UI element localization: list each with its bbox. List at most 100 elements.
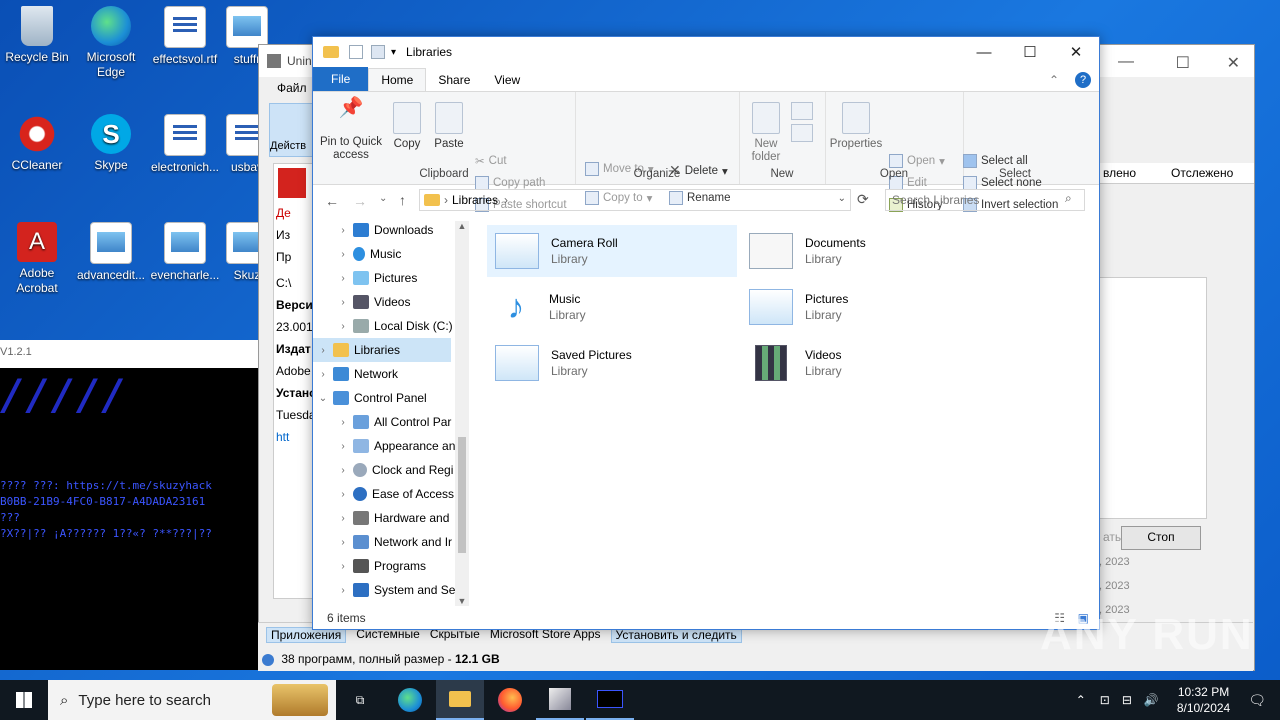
network-status-icon[interactable]: ⊡ — [1100, 693, 1110, 707]
tree-item-local-disk[interactable]: › Local Disk (C:) — [313, 314, 463, 338]
up-icon[interactable]: ↑ — [399, 192, 406, 208]
website-link[interactable]: htt — [274, 426, 314, 448]
tree-scrollbar[interactable]: ▲ ▼ — [455, 221, 469, 606]
tree-item-system-security[interactable]: › System and Se — [313, 578, 463, 602]
open-button[interactable]: Open ▾ — [889, 154, 945, 168]
desktop-icon-acrobat[interactable]: A Adobe Acrobat — [0, 216, 74, 296]
taskbar-uninstaller[interactable] — [536, 680, 584, 720]
tree-item-libraries[interactable]: › Libraries — [313, 338, 451, 362]
taskbar-firefox[interactable] — [486, 680, 534, 720]
ribbon: 📌 Pin to Quick access Copy Paste ✂ Cut Co… — [313, 92, 1099, 212]
maximize-icon[interactable]: ☐ — [1176, 53, 1190, 73]
desktop-icon-skype[interactable]: S Skype — [74, 108, 148, 173]
recent-locations-icon[interactable]: ⌄ — [379, 193, 387, 204]
library-tile-videos[interactable]: Videos Library — [741, 337, 991, 389]
taskbar-file-explorer[interactable] — [436, 680, 484, 720]
tab-share[interactable]: Share — [426, 69, 482, 91]
tree-item-clock-region[interactable]: › Clock and Regi — [313, 458, 463, 482]
tab-home[interactable]: Home — [368, 68, 427, 91]
new-folder-icon — [752, 102, 780, 134]
breadcrumb-libraries[interactable]: Libraries — [452, 193, 498, 207]
menu-file[interactable]: Файл — [277, 81, 307, 95]
tree-item-control-panel[interactable]: ⌄ Control Panel — [313, 386, 463, 410]
forward-icon[interactable]: → — [353, 193, 367, 209]
qat-properties-icon[interactable] — [349, 45, 363, 59]
address-bar[interactable]: › Libraries › ⌄ — [419, 189, 851, 211]
start-button[interactable] — [0, 680, 48, 720]
desktop-icon-recycle-bin[interactable]: Recycle Bin — [0, 0, 74, 65]
easy-access-icon[interactable] — [791, 124, 813, 142]
action-button[interactable]: Действ — [269, 103, 313, 157]
minimize-icon[interactable]: — — [1118, 53, 1134, 71]
scroll-down-icon[interactable]: ▼ — [455, 596, 469, 606]
show-hidden-icons-icon[interactable]: ⌃ — [1076, 693, 1086, 707]
library-tile-saved-pictures[interactable]: Saved Pictures Library — [487, 337, 737, 389]
ribbon-collapse-icon[interactable]: ⌃ — [1037, 69, 1071, 91]
tree-item-videos[interactable]: › Videos — [313, 290, 463, 314]
library-tile-documents[interactable]: Documents Library — [741, 225, 991, 277]
properties-button[interactable]: Properties — [827, 102, 885, 151]
library-tile-camera-roll[interactable]: Camera Roll Library — [487, 225, 737, 277]
qat-newfolder-icon[interactable] — [371, 45, 385, 59]
desktop-icon-electronich[interactable]: electronich... — [148, 108, 222, 175]
copy-button[interactable]: Copy — [389, 102, 425, 151]
cut-button[interactable]: ✂ Cut — [475, 154, 507, 168]
scroll-thumb[interactable] — [458, 437, 466, 553]
select-all-button[interactable]: Select all — [963, 154, 1028, 168]
library-tile-music[interactable]: ♪ Music Library — [487, 281, 737, 333]
volume-icon[interactable]: 🔊 — [1144, 693, 1159, 707]
tree-label: All Control Par — [374, 415, 452, 429]
tree-item-network-internet[interactable]: › Network and Ir — [313, 530, 463, 554]
pin-quick-access-button[interactable]: 📌 Pin to Quick access — [319, 98, 383, 162]
desktop-icon-edge[interactable]: Microsoft Edge — [74, 0, 148, 80]
new-folder-button[interactable]: New folder — [745, 102, 787, 164]
address-dropdown-icon[interactable]: ⌄ — [838, 193, 846, 204]
tab-file[interactable]: File — [313, 67, 369, 91]
explorer-window: ▾ Libraries — ☐ ✕ File Home Share View ⌃… — [312, 36, 1100, 630]
taskbar-console[interactable] — [586, 680, 634, 720]
ethernet-icon[interactable]: ⊟ — [1122, 693, 1132, 707]
desktop-icon-effectsvol[interactable]: effectsvol.rtf — [148, 0, 222, 67]
tree-item-pictures[interactable]: › Pictures — [313, 266, 463, 290]
repair-action[interactable]: Пр — [274, 246, 314, 268]
tree-item-hardware[interactable]: › Hardware and — [313, 506, 463, 530]
library-type: Library — [551, 364, 588, 378]
desktop-icon-ccleaner[interactable]: CCleaner — [0, 108, 74, 173]
tab-view[interactable]: View — [482, 69, 532, 91]
new-item-icon[interactable] — [791, 102, 813, 120]
clock[interactable]: 10:32 PM 8/10/2024 — [1177, 684, 1230, 716]
tree-item-ease-of-access[interactable]: › Ease of Access — [313, 482, 463, 506]
tree-label: Pictures — [374, 271, 418, 285]
qat-dropdown-icon[interactable]: ▾ — [391, 47, 396, 58]
taskbar-edge[interactable] — [386, 680, 434, 720]
desktop-icon-label: effectsvol.rtf — [152, 52, 218, 66]
help-icon[interactable]: ? — [1075, 72, 1091, 88]
notifications-icon[interactable]: 🗨 — [1248, 692, 1266, 709]
scroll-up-icon[interactable]: ▲ — [455, 221, 469, 231]
breadcrumb-chevron-icon[interactable]: › — [504, 193, 508, 207]
tree-item-all-control-panel[interactable]: › All Control Par — [313, 410, 463, 434]
tree-item-programs[interactable]: › Programs — [313, 554, 463, 578]
tree-item-network[interactable]: › Network — [313, 362, 463, 386]
task-view-button[interactable]: ⧉ — [336, 680, 384, 720]
minimize-icon[interactable]: — — [961, 37, 1007, 67]
close-icon[interactable]: ✕ — [1227, 53, 1240, 73]
paste-button[interactable]: Paste — [431, 102, 467, 151]
tree-item-music[interactable]: › Music — [313, 242, 463, 266]
stop-button[interactable]: Стоп — [1121, 526, 1201, 550]
desktop-icon-advancedit[interactable]: advancedit... — [74, 216, 148, 283]
tree-item-appearance[interactable]: › Appearance an — [313, 434, 463, 458]
refresh-icon[interactable]: ⟳ — [857, 191, 869, 208]
search-input[interactable]: Search Libraries — [885, 189, 1085, 211]
desktop-icon-evencharle[interactable]: evencharle... — [148, 216, 222, 283]
library-tile-pictures[interactable]: Pictures Library — [741, 281, 991, 333]
close-icon[interactable]: ✕ — [1053, 37, 1099, 67]
delete-action[interactable]: Де — [274, 202, 314, 224]
col-tracked[interactable]: Отслежено — [1167, 163, 1237, 183]
maximize-icon[interactable]: ☐ — [1007, 37, 1053, 67]
back-icon[interactable]: ← — [325, 193, 339, 209]
taskbar-search[interactable]: ⌕ Type here to search — [48, 680, 336, 720]
tree-item-downloads[interactable]: › Downloads — [313, 218, 463, 242]
col-updated[interactable]: влено — [1099, 163, 1167, 183]
modify-action[interactable]: Из — [274, 224, 314, 246]
